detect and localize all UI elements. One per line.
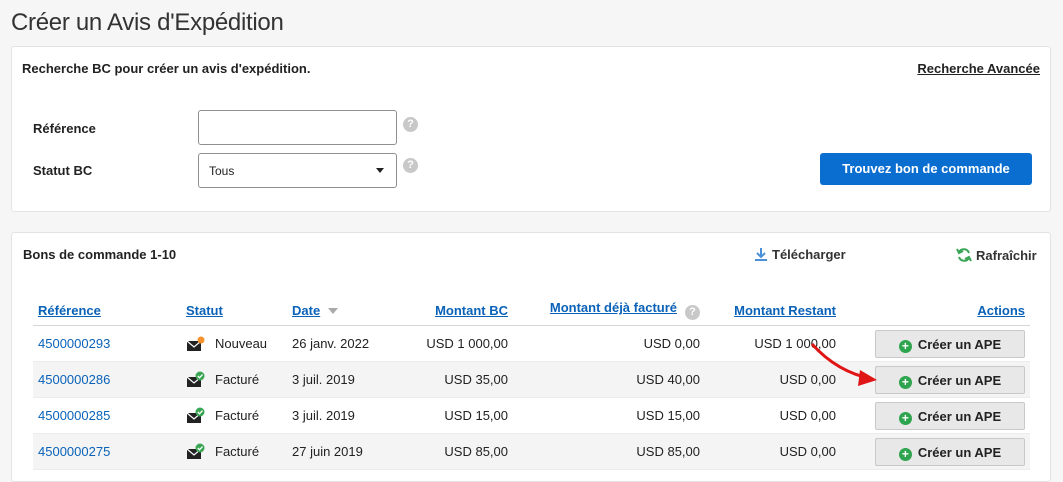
advanced-search-link[interactable]: Recherche Avancée (917, 61, 1040, 76)
invoiced-cell: USD 85,00 (513, 433, 705, 470)
po-table: Référence Statut Date Montant BC Montant… (33, 295, 1030, 470)
po-reference-link[interactable]: 4500000286 (38, 372, 110, 387)
po-reference-link[interactable]: 4500000275 (38, 444, 110, 459)
reference-label: Référence (33, 121, 96, 136)
create-ape-button[interactable]: + Créer un APE (875, 365, 1025, 394)
date-cell: 26 janv. 2022 (287, 325, 405, 362)
page-title: Créer un Avis d'Expédition (11, 9, 284, 36)
refresh-label: Rafraîchir (976, 248, 1037, 263)
table-row: 4500000286 Facturé 3 juil. 2019 USD 35,0… (33, 361, 1030, 398)
plus-icon: + (898, 411, 912, 425)
refresh-icon (956, 248, 972, 262)
create-ape-button[interactable]: + Créer un APE (875, 401, 1025, 430)
status-text: Facturé (215, 444, 260, 459)
date-cell: 3 juil. 2019 (287, 361, 405, 398)
amount-cell: USD 35,00 (405, 361, 513, 398)
results-title: Bons de commande 1-10 (23, 247, 177, 262)
status-text: Facturé (215, 408, 260, 423)
invoiced-cell: USD 40,00 (513, 361, 705, 398)
plus-icon: + (898, 447, 912, 461)
amount-cell: USD 1 000,00 (405, 325, 513, 362)
table-header-row: Référence Statut Date Montant BC Montant… (33, 295, 1030, 326)
col-remaining[interactable]: Montant Restant (705, 295, 841, 326)
col-reference[interactable]: Référence (33, 295, 181, 326)
invoiced-icon (186, 371, 205, 387)
col-status[interactable]: Statut (181, 295, 287, 326)
download-icon (755, 248, 767, 261)
amount-cell: USD 15,00 (405, 397, 513, 434)
reference-help-icon[interactable]: ? (403, 117, 418, 132)
table-row: 4500000293 Nouveau 26 janv. 2022 USD 1 0… (33, 325, 1030, 362)
invoiced-icon (186, 443, 205, 459)
col-date[interactable]: Date (287, 295, 405, 326)
remaining-cell: USD 1 000,00 (705, 325, 841, 362)
remaining-cell: USD 0,00 (705, 433, 841, 470)
create-ape-button[interactable]: + Créer un APE (875, 329, 1025, 358)
status-select-value: Tous (209, 164, 235, 178)
create-ape-button[interactable]: + Créer un APE (875, 437, 1025, 466)
results-panel: Bons de commande 1-10 Télécharger Rafraî… (11, 232, 1051, 482)
col-actions[interactable]: Actions (841, 295, 1030, 326)
po-reference-link[interactable]: 4500000293 (38, 336, 110, 351)
remaining-cell: USD 0,00 (705, 361, 841, 398)
invoiced-help-icon[interactable]: ? (685, 305, 700, 320)
search-panel: Recherche BC pour créer un avis d'expédi… (11, 46, 1051, 212)
invoiced-cell: USD 0,00 (513, 325, 705, 362)
date-cell: 27 juin 2019 (287, 433, 405, 470)
new-order-icon (186, 336, 205, 351)
po-reference-link[interactable]: 4500000285 (38, 408, 110, 423)
status-text: Facturé (215, 372, 260, 387)
invoiced-cell: USD 15,00 (513, 397, 705, 434)
remaining-cell: USD 0,00 (705, 397, 841, 434)
col-invoiced[interactable]: Montant déjà facturé? (513, 295, 705, 326)
status-text: Nouveau (215, 336, 268, 351)
find-po-button[interactable]: Trouvez bon de commande (820, 153, 1032, 185)
amount-cell: USD 85,00 (405, 433, 513, 470)
invoiced-icon (186, 407, 205, 423)
table-row: 4500000275 Facturé 27 juin 2019 USD 85,0… (33, 433, 1030, 470)
download-label: Télécharger (772, 247, 846, 262)
refresh-button[interactable]: Rafraîchir (956, 247, 1037, 263)
chevron-down-icon (376, 168, 384, 173)
search-header: Recherche BC pour créer un avis d'expédi… (22, 61, 311, 76)
reference-input[interactable] (198, 110, 397, 145)
sort-desc-icon (328, 307, 339, 314)
table-row: 4500000285 Facturé 3 juil. 2019 USD 15,0… (33, 397, 1030, 434)
col-amount[interactable]: Montant BC (405, 295, 513, 326)
status-help-icon[interactable]: ? (403, 158, 418, 173)
plus-icon: + (898, 375, 912, 389)
plus-icon: + (898, 339, 912, 353)
status-select[interactable]: Tous (198, 153, 397, 188)
date-cell: 3 juil. 2019 (287, 397, 405, 434)
download-button[interactable]: Télécharger (754, 247, 846, 262)
status-label: Statut BC (33, 163, 93, 178)
